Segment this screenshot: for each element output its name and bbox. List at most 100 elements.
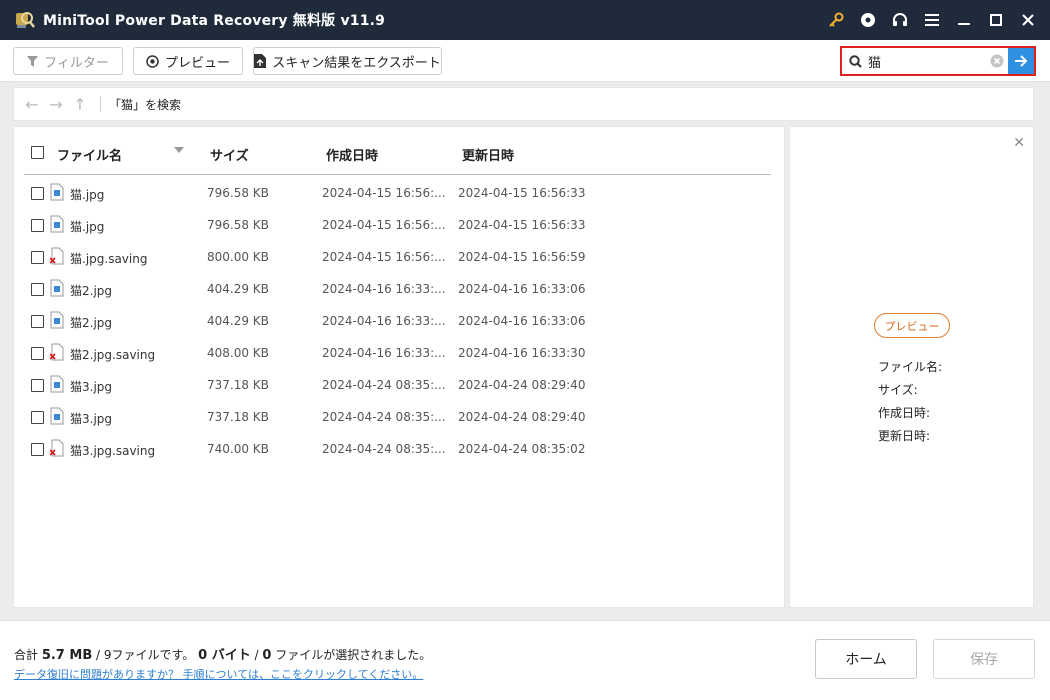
maximize-icon[interactable] [980, 0, 1012, 40]
table-row[interactable]: 猫.jpg.saving 800.00 KB 2024-04-15 16:56:..… [14, 241, 786, 273]
table-row[interactable]: 猫3.jpg 737.18 KB 2024-04-24 08:35:... 2024-… [14, 401, 786, 433]
image-file-icon [50, 215, 64, 233]
search-box [840, 46, 1036, 76]
file-size: 404.29 KB [207, 282, 269, 296]
table-header: ファイル名 サイズ 作成日時 更新日時 [14, 127, 786, 175]
row-checkbox[interactable] [31, 251, 44, 264]
filter-button[interactable]: フィルター [13, 47, 123, 75]
file-name: 猫3.jpg.saving [70, 444, 156, 458]
file-name: 猫3.jpg [70, 380, 113, 394]
app-logo-icon [16, 12, 35, 28]
file-modified: 2024-04-15 16:56:33 [458, 186, 586, 200]
minimize-icon[interactable] [948, 0, 980, 40]
row-checkbox[interactable] [31, 219, 44, 232]
select-all-checkbox[interactable] [31, 146, 44, 159]
navigation-bar: ← → ↑ 「猫」を検索 [13, 87, 1034, 121]
file-modified: 2024-04-24 08:35:02 [458, 442, 586, 456]
summary-prefix: 合計 [14, 648, 42, 662]
image-file-icon [50, 407, 64, 425]
key-icon[interactable] [820, 0, 852, 40]
file-modified: 2024-04-16 16:33:30 [458, 346, 586, 360]
eye-icon [146, 54, 159, 68]
forward-arrow-icon[interactable]: → [44, 95, 68, 114]
row-checkbox[interactable] [31, 187, 44, 200]
column-name[interactable]: ファイル名 [57, 145, 122, 164]
file-size: 737.18 KB [207, 378, 269, 392]
file-created: 2024-04-24 08:35:... [322, 378, 446, 392]
search-icon [842, 54, 868, 68]
row-checkbox[interactable] [31, 347, 44, 360]
file-size: 404.29 KB [207, 314, 269, 328]
table-row[interactable]: 猫.jpg 796.58 KB 2024-04-15 16:56:... 2024-0… [14, 209, 786, 241]
home-button[interactable]: ホーム [815, 639, 917, 679]
search-input[interactable] [868, 50, 986, 72]
file-created: 2024-04-24 08:35:... [322, 410, 446, 424]
summary-total: 5.7 MB [41, 648, 93, 663]
preview-toolbar-button[interactable]: プレビュー [133, 47, 243, 75]
breadcrumb: 「猫」を検索 [109, 97, 182, 112]
footer: 合計 5.7 MB / 9ファイルです。 0 バイト / 0 ファイルが選択され… [0, 620, 1050, 700]
sort-down-icon[interactable] [174, 147, 184, 153]
headset-icon[interactable] [884, 0, 916, 40]
close-icon[interactable] [1012, 0, 1044, 40]
file-modified: 2024-04-15 16:56:59 [458, 250, 586, 264]
table-row[interactable]: 猫2.jpg 404.29 KB 2024-04-16 16:33:... 2024-… [14, 273, 786, 305]
file-created: 2024-04-16 16:33:... [322, 282, 446, 296]
file-created: 2024-04-16 16:33:... [322, 314, 446, 328]
file-modified: 2024-04-16 16:33:06 [458, 314, 586, 328]
close-preview-icon[interactable]: ✕ [1013, 135, 1025, 151]
summary-suffix: ファイルが選択されました。 [271, 648, 432, 662]
arrow-right-icon [1015, 55, 1028, 67]
summary-bytes: 0 バイト [198, 648, 251, 663]
file-name: 猫2.jpg.saving [70, 348, 156, 362]
back-arrow-icon[interactable]: ← [20, 95, 44, 114]
file-modified: 2024-04-16 16:33:06 [458, 282, 586, 296]
row-checkbox[interactable] [31, 411, 44, 424]
funnel-icon [27, 55, 39, 67]
deleted-file-icon [49, 439, 64, 457]
table-row[interactable]: 猫.jpg 796.58 KB 2024-04-15 16:56:... 2024-0… [14, 177, 786, 209]
up-arrow-icon[interactable]: ↑ [68, 95, 92, 114]
disc-icon[interactable] [852, 0, 884, 40]
file-name: 猫2.jpg [70, 316, 113, 330]
image-file-icon [50, 311, 64, 329]
meta-size-label: サイズ: [878, 383, 918, 397]
file-modified: 2024-04-24 08:29:40 [458, 410, 586, 424]
export-icon [254, 54, 267, 68]
help-link[interactable]: データ復旧に問題がありますか？ 手順については、ここをクリックしてください。 [14, 666, 423, 682]
file-size: 737.18 KB [207, 410, 269, 424]
row-checkbox[interactable] [31, 283, 44, 296]
image-file-icon [50, 375, 64, 393]
row-checkbox[interactable] [31, 443, 44, 456]
image-file-icon [50, 183, 64, 201]
table-row[interactable]: 猫3.jpg.saving 740.00 KB 2024-04-24 08:35:.… [14, 433, 786, 465]
clear-search-icon[interactable] [986, 54, 1008, 68]
file-created: 2024-04-15 16:56:... [322, 250, 446, 264]
search-go-button[interactable] [1008, 48, 1034, 74]
file-size: 800.00 KB [207, 250, 269, 264]
deleted-file-icon [49, 247, 64, 265]
row-checkbox[interactable] [31, 315, 44, 328]
menu-icon[interactable] [916, 0, 948, 40]
file-list-panel: ファイル名 サイズ 作成日時 更新日時 猫.jpg 796.58 KB 2024-0… [13, 126, 785, 608]
row-checkbox[interactable] [31, 379, 44, 392]
filter-label: フィルター [44, 55, 109, 71]
file-name: 猫.jpg [70, 188, 105, 202]
meta-modified-label: 更新日時: [878, 429, 931, 443]
column-size[interactable]: サイズ [210, 145, 249, 164]
table-row[interactable]: 猫2.jpg.saving 408.00 KB 2024-04-16 16:33:.… [14, 337, 786, 369]
preview-button[interactable]: プレビュー [874, 313, 950, 338]
file-name: 猫.jpg.saving [70, 252, 148, 266]
table-row[interactable]: 猫3.jpg 737.18 KB 2024-04-24 08:35:... 2024-… [14, 369, 786, 401]
file-size: 408.00 KB [207, 346, 269, 360]
file-created: 2024-04-16 16:33:... [322, 346, 446, 360]
column-created[interactable]: 作成日時 [326, 145, 378, 164]
table-row[interactable]: 猫2.jpg 404.29 KB 2024-04-16 16:33:... 2024-… [14, 305, 786, 337]
summary-mid2: / [250, 648, 263, 662]
column-modified[interactable]: 更新日時 [462, 145, 514, 164]
title-bar: MiniTool Power Data Recovery 無料版 v11.9 [0, 0, 1050, 40]
export-button[interactable]: スキャン結果をエクスポート [253, 47, 442, 75]
summary-mid1: / 9ファイルです。 [92, 648, 199, 662]
save-button[interactable]: 保存 [933, 639, 1035, 679]
file-modified: 2024-04-24 08:29:40 [458, 378, 586, 392]
